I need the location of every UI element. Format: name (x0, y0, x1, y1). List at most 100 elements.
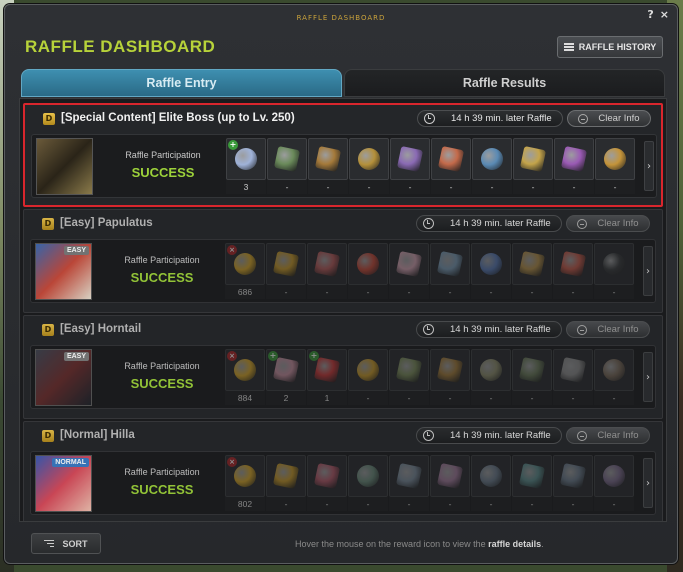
reward-slot[interactable]: - (594, 243, 634, 300)
reward-icon-box[interactable] (594, 243, 634, 285)
reward-slot[interactable]: - (553, 455, 593, 512)
reward-slot[interactable]: - (471, 243, 511, 300)
reward-icon-box[interactable] (348, 455, 388, 497)
reward-count: - (307, 497, 347, 511)
reward-icon-box[interactable] (307, 243, 347, 285)
reward-icon-box[interactable] (389, 243, 429, 285)
sort-button[interactable]: SORT (31, 533, 101, 554)
reward-icon-box[interactable] (512, 349, 552, 391)
reward-slot[interactable]: + 1 (307, 349, 347, 406)
reward-slot[interactable]: - (594, 349, 634, 406)
reward-icon-box[interactable] (513, 138, 553, 180)
reward-icon-box[interactable] (431, 138, 471, 180)
tab-raffle-results[interactable]: Raffle Results (344, 69, 665, 97)
reward-count: - (594, 391, 634, 405)
reward-icon-box[interactable]: × (225, 349, 265, 391)
reward-icon-box[interactable] (553, 243, 593, 285)
reward-icon-box[interactable] (471, 243, 511, 285)
reward-icon-box[interactable] (267, 138, 307, 180)
reward-slot[interactable]: - (512, 243, 552, 300)
reward-icon-box[interactable]: × (225, 455, 265, 497)
reward-icon-box[interactable] (348, 349, 388, 391)
reward-slot[interactable]: - (307, 243, 347, 300)
reward-list: × 802 - - - - - - - - - (225, 455, 634, 512)
reward-slot[interactable]: - (348, 243, 388, 300)
reward-icon-box[interactable] (349, 138, 389, 180)
reward-icon-box[interactable]: × (225, 243, 265, 285)
reward-slot[interactable]: - (513, 138, 553, 195)
reward-icon-box[interactable] (595, 138, 635, 180)
reward-slot[interactable]: × 884 (225, 349, 265, 406)
reward-slot[interactable]: × 686 (225, 243, 265, 300)
reward-slot[interactable]: - (553, 243, 593, 300)
reward-icon-box[interactable] (553, 349, 593, 391)
reward-slot[interactable]: - (594, 455, 634, 512)
reward-count: - (553, 285, 593, 299)
reward-slot[interactable]: - (430, 243, 470, 300)
reward-slot[interactable]: + 3 (226, 138, 266, 195)
reward-slot[interactable]: - (266, 455, 306, 512)
reward-slot[interactable]: - (266, 243, 306, 300)
reward-icon-box[interactable] (471, 349, 511, 391)
reward-slot[interactable]: - (389, 455, 429, 512)
scroll-right-icon[interactable]: › (644, 141, 654, 191)
reward-slot[interactable]: - (267, 138, 307, 195)
clear-info-button[interactable]: Clear Info (566, 321, 650, 338)
clear-info-button[interactable]: Clear Info (567, 110, 651, 127)
clear-info-button[interactable]: Clear Info (566, 215, 650, 232)
raffle-history-button[interactable]: RAFFLE HISTORY (557, 36, 663, 58)
reward-slot[interactable]: - (595, 138, 635, 195)
reward-icon-box[interactable] (266, 243, 306, 285)
reward-icon-box[interactable] (348, 243, 388, 285)
reward-slot[interactable]: - (471, 455, 511, 512)
reward-icon-box[interactable]: + (266, 349, 306, 391)
tab-raffle-entry[interactable]: Raffle Entry (21, 69, 342, 97)
reward-slot[interactable]: × 802 (225, 455, 265, 512)
reward-slot[interactable]: - (308, 138, 348, 195)
scroll-right-icon[interactable]: › (643, 458, 653, 508)
reward-slot[interactable]: - (431, 138, 471, 195)
reward-icon-box[interactable] (389, 349, 429, 391)
reward-icon-box[interactable] (308, 138, 348, 180)
reward-slot[interactable]: - (554, 138, 594, 195)
scroll-right-icon[interactable]: › (643, 246, 653, 296)
reward-slot[interactable]: - (390, 138, 430, 195)
reward-icon-box[interactable] (512, 455, 552, 497)
reward-slot[interactable]: - (348, 455, 388, 512)
reward-slot[interactable]: - (553, 349, 593, 406)
reward-slot[interactable]: - (512, 455, 552, 512)
reward-slot[interactable]: - (430, 349, 470, 406)
clear-info-button[interactable]: Clear Info (566, 427, 650, 444)
reward-slot[interactable]: - (389, 349, 429, 406)
reward-slot[interactable]: - (472, 138, 512, 195)
reward-slot[interactable]: + 2 (266, 349, 306, 406)
reward-slot[interactable]: - (471, 349, 511, 406)
reward-icon-box[interactable] (430, 243, 470, 285)
reward-icon-box[interactable] (390, 138, 430, 180)
reward-icon-box[interactable] (594, 455, 634, 497)
reward-icon-box[interactable] (430, 455, 470, 497)
reward-slot[interactable]: - (307, 455, 347, 512)
reward-icon-box[interactable] (471, 455, 511, 497)
reward-slot[interactable]: - (349, 138, 389, 195)
reward-icon-box[interactable] (512, 243, 552, 285)
reward-icon-box[interactable] (307, 455, 347, 497)
reward-icon-box[interactable] (472, 138, 512, 180)
reward-icon-box[interactable]: + (307, 349, 347, 391)
reward-item-icon (559, 250, 587, 278)
reward-icon-box[interactable] (554, 138, 594, 180)
reward-icon-box[interactable] (389, 455, 429, 497)
reward-icon-box[interactable] (594, 349, 634, 391)
reward-icon-box[interactable] (430, 349, 470, 391)
reward-slot[interactable]: - (348, 349, 388, 406)
reward-icon-box[interactable] (553, 455, 593, 497)
boss-name: [Special Content] Elite Boss (up to Lv. … (61, 112, 295, 124)
close-button[interactable]: × (660, 8, 669, 22)
scroll-right-icon[interactable]: › (643, 352, 653, 402)
reward-icon-box[interactable]: + (226, 138, 266, 180)
help-button[interactable]: ? (647, 8, 653, 22)
reward-slot[interactable]: - (389, 243, 429, 300)
reward-icon-box[interactable] (266, 455, 306, 497)
reward-slot[interactable]: - (512, 349, 552, 406)
reward-slot[interactable]: - (430, 455, 470, 512)
